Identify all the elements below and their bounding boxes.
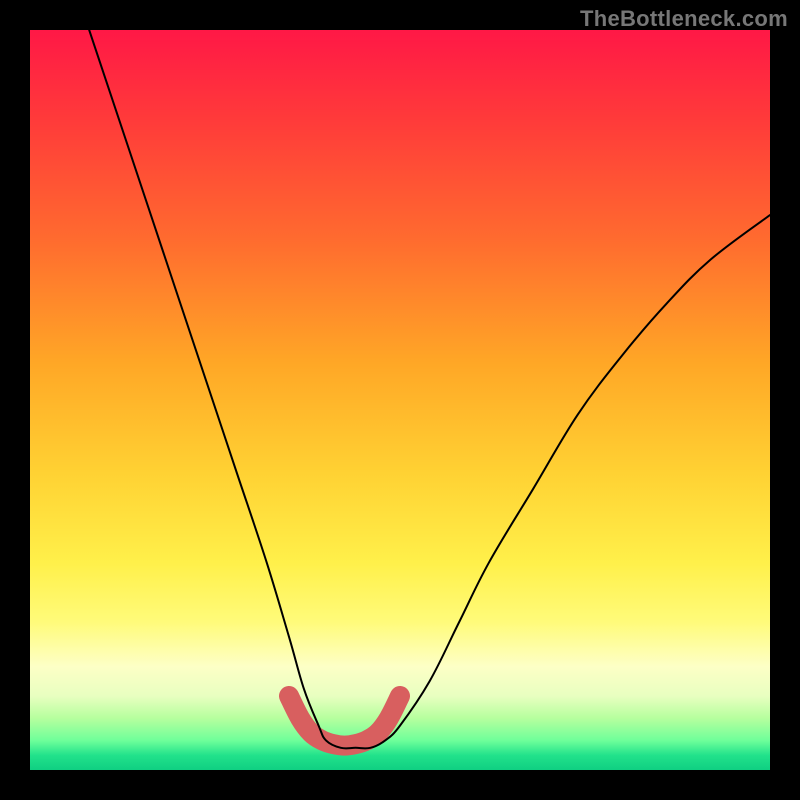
chart-frame: TheBottleneck.com bbox=[0, 0, 800, 800]
curve-svg bbox=[30, 30, 770, 770]
watermark-text: TheBottleneck.com bbox=[580, 6, 788, 32]
highlight-band-path bbox=[289, 696, 400, 746]
bottleneck-curve-path bbox=[89, 30, 770, 748]
plot-area bbox=[30, 30, 770, 770]
